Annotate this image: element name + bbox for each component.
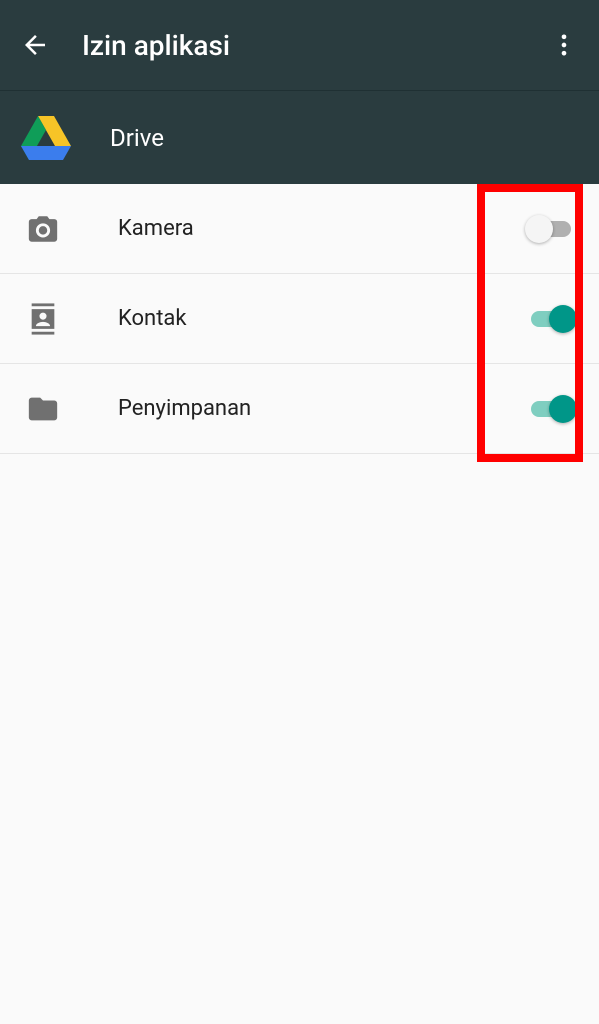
toggle-storage[interactable]	[525, 394, 577, 424]
camera-icon	[24, 210, 62, 248]
drive-app-icon	[20, 112, 72, 164]
app-name-label: Drive	[110, 124, 164, 152]
overflow-menu-button[interactable]	[547, 28, 581, 62]
toggle-contacts[interactable]	[525, 304, 577, 334]
arrow-back-icon	[20, 30, 50, 60]
permission-label: Kamera	[118, 216, 525, 241]
permission-label: Kontak	[118, 306, 525, 331]
toolbar: Izin aplikasi	[0, 0, 599, 90]
dots-vertical-icon	[550, 31, 578, 59]
folder-icon	[24, 390, 62, 428]
back-button[interactable]	[18, 28, 52, 62]
app-header: Drive	[0, 90, 599, 184]
toggle-camera[interactable]	[525, 214, 577, 244]
page-title: Izin aplikasi	[82, 29, 547, 62]
permission-row-camera[interactable]: Kamera	[0, 184, 599, 274]
permission-row-contacts[interactable]: Kontak	[0, 274, 599, 364]
contacts-icon	[24, 300, 62, 338]
permissions-list: Kamera Kontak Penyimpanan	[0, 184, 599, 454]
permission-row-storage[interactable]: Penyimpanan	[0, 364, 599, 454]
permission-label: Penyimpanan	[118, 396, 525, 421]
